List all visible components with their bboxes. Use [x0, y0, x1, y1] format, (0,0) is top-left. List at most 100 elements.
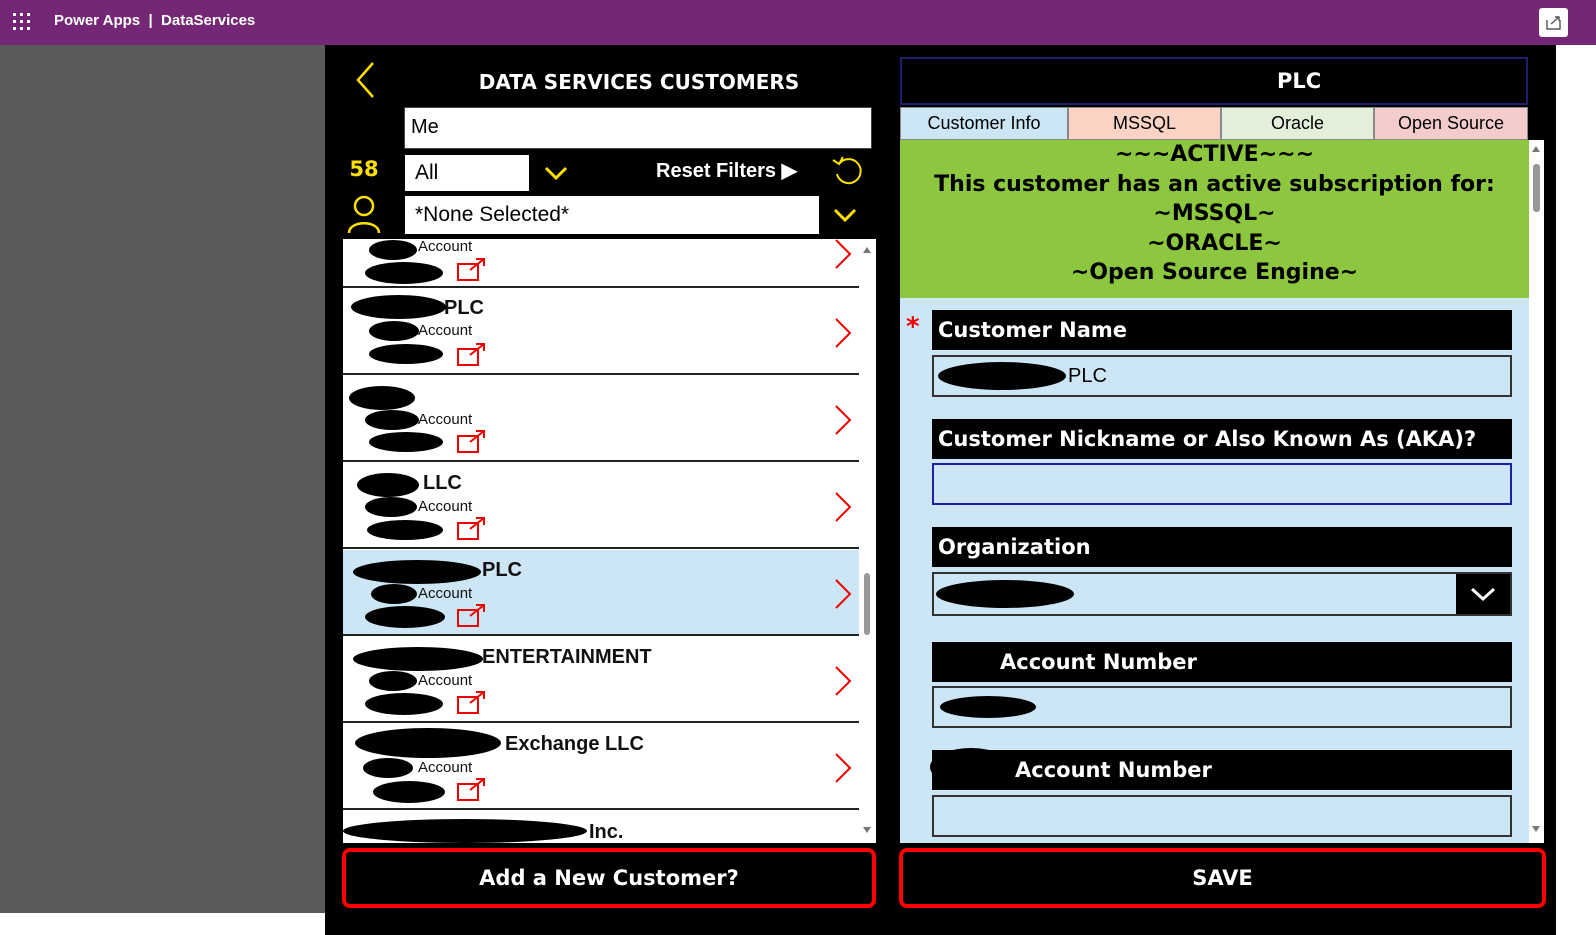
open-external-icon[interactable] — [456, 689, 488, 715]
open-external-icon[interactable] — [456, 341, 488, 367]
open-external-icon[interactable] — [456, 515, 488, 541]
account-label: Account — [418, 759, 473, 776]
account-label: Account — [418, 498, 473, 515]
form-scrollbar[interactable] — [1529, 140, 1544, 843]
canvas-margin-left — [0, 45, 325, 913]
list-item[interactable]: Inc. — [343, 811, 859, 843]
canvas-margin-right — [1556, 45, 1596, 935]
redacted-text — [938, 646, 996, 678]
redacted-text — [369, 344, 443, 364]
chevron-down-icon — [1456, 574, 1510, 614]
redacted-text — [369, 432, 443, 452]
list-item[interactable]: ENTERTAINMENT Account — [343, 637, 859, 723]
open-external-icon[interactable] — [456, 256, 488, 282]
redacted-text — [930, 748, 1012, 786]
redacted-text — [369, 321, 419, 341]
open-external-icon[interactable] — [456, 776, 488, 802]
reset-filters-button[interactable]: Reset Filters ▶ — [656, 158, 797, 183]
account-number-label: Account Number — [932, 642, 1512, 682]
banner-line: ~Open Source Engine~ — [1070, 260, 1359, 286]
scroll-down-icon[interactable] — [863, 827, 871, 833]
chevron-right-icon[interactable] — [833, 404, 853, 436]
scroll-up-icon[interactable] — [863, 247, 871, 253]
organization-dropdown[interactable] — [932, 572, 1512, 616]
account-number-input[interactable] — [932, 795, 1512, 837]
customer-list: Account PLC Account Account LLC Account … — [343, 239, 876, 843]
tab-open-source[interactable]: Open Source — [1374, 107, 1528, 140]
product-name: Power Apps — [54, 12, 141, 29]
customer-name-label: Customer Name — [932, 310, 1512, 350]
account-number-input[interactable] — [932, 686, 1512, 728]
owner-filter-value: *None Selected* — [415, 203, 570, 226]
account-label: Account — [418, 672, 473, 689]
banner-line: ~~~ACTIVE~~~ — [1114, 142, 1315, 167]
account-number-label: Account Number — [930, 748, 1512, 790]
share-icon — [1546, 16, 1561, 30]
scroll-down-icon[interactable] — [1532, 826, 1540, 832]
open-external-icon[interactable] — [456, 602, 488, 628]
scroll-thumb[interactable] — [864, 573, 870, 635]
share-button[interactable] — [1539, 8, 1568, 37]
list-item[interactable]: Account — [343, 239, 859, 288]
tab-customer-info[interactable]: Customer Info — [900, 107, 1068, 140]
open-external-icon[interactable] — [456, 428, 488, 454]
customer-name-input[interactable]: PLC — [932, 355, 1512, 397]
scroll-up-icon[interactable] — [1532, 146, 1540, 152]
list-item[interactable]: PLC Account — [343, 289, 859, 375]
required-marker: * — [906, 312, 920, 342]
back-button[interactable] — [355, 60, 377, 100]
record-title: PLC — [1277, 69, 1322, 93]
redacted-text — [343, 819, 587, 843]
redacted-text — [353, 647, 483, 671]
chevron-right-icon[interactable] — [833, 239, 853, 270]
chevron-down-icon — [529, 155, 583, 191]
banner-line: ~MSSQL~ — [1153, 201, 1276, 227]
redacted-text — [349, 386, 415, 410]
list-item[interactable]: Account — [343, 376, 859, 462]
redacted-text — [365, 693, 443, 715]
list-item-selected[interactable]: PLC Account — [343, 550, 859, 636]
chevron-right-icon[interactable] — [833, 665, 853, 697]
chevron-right-icon[interactable] — [833, 491, 853, 523]
search-input[interactable]: Me — [404, 107, 872, 149]
owner-filter-dropdown[interactable]: *None Selected* — [404, 195, 872, 235]
reset-icon[interactable] — [829, 152, 867, 190]
aka-input[interactable] — [932, 463, 1512, 505]
save-button[interactable]: SAVE — [899, 848, 1546, 908]
redacted-text — [355, 728, 501, 758]
scroll-thumb[interactable] — [1533, 164, 1540, 212]
app-launcher-icon[interactable] — [13, 13, 31, 31]
status-filter-dropdown[interactable]: All — [404, 154, 584, 192]
tab-oracle[interactable]: Oracle — [1221, 107, 1374, 140]
title-separator: | — [148, 12, 153, 29]
app-title: Power Apps | DataServices — [54, 12, 255, 29]
chevron-down-icon — [819, 196, 871, 234]
list-scrollbar[interactable] — [859, 239, 876, 843]
redacted-text — [357, 473, 419, 497]
list-item[interactable]: LLC Account — [343, 463, 859, 549]
add-customer-button[interactable]: Add a New Customer? — [342, 848, 876, 908]
chevron-right-icon[interactable] — [833, 752, 853, 784]
record-header: PLC — [900, 57, 1528, 105]
tab-mssql[interactable]: MSSQL — [1068, 107, 1221, 140]
redacted-text — [365, 497, 417, 517]
list-title: DATA SERVICES CUSTOMERS — [478, 70, 800, 94]
customer-form: ~~~ACTIVE~~~ This customer has an active… — [900, 140, 1529, 843]
organization-label: Organization — [932, 527, 1512, 567]
chevron-right-icon[interactable] — [833, 317, 853, 349]
redacted-text — [353, 560, 481, 584]
environment-name: DataServices — [161, 12, 256, 29]
redacted-text — [363, 758, 413, 778]
redacted-text — [365, 606, 445, 628]
redacted-text — [938, 362, 1066, 390]
back-arrow-icon — [356, 62, 374, 98]
person-icon[interactable] — [346, 193, 382, 235]
list-item[interactable]: Exchange LLC Account — [343, 724, 859, 810]
account-number-label-text: Account Number — [1000, 650, 1197, 674]
app-header-bar: Power Apps | DataServices — [0, 0, 1596, 45]
aka-label: Customer Nickname or Also Known As (AKA)… — [932, 419, 1512, 459]
banner-line: ~ORACLE~ — [1147, 230, 1282, 256]
chevron-right-icon[interactable] — [833, 578, 853, 610]
record-count: 58 — [349, 157, 379, 181]
canvas-margin-bottom — [0, 913, 325, 935]
